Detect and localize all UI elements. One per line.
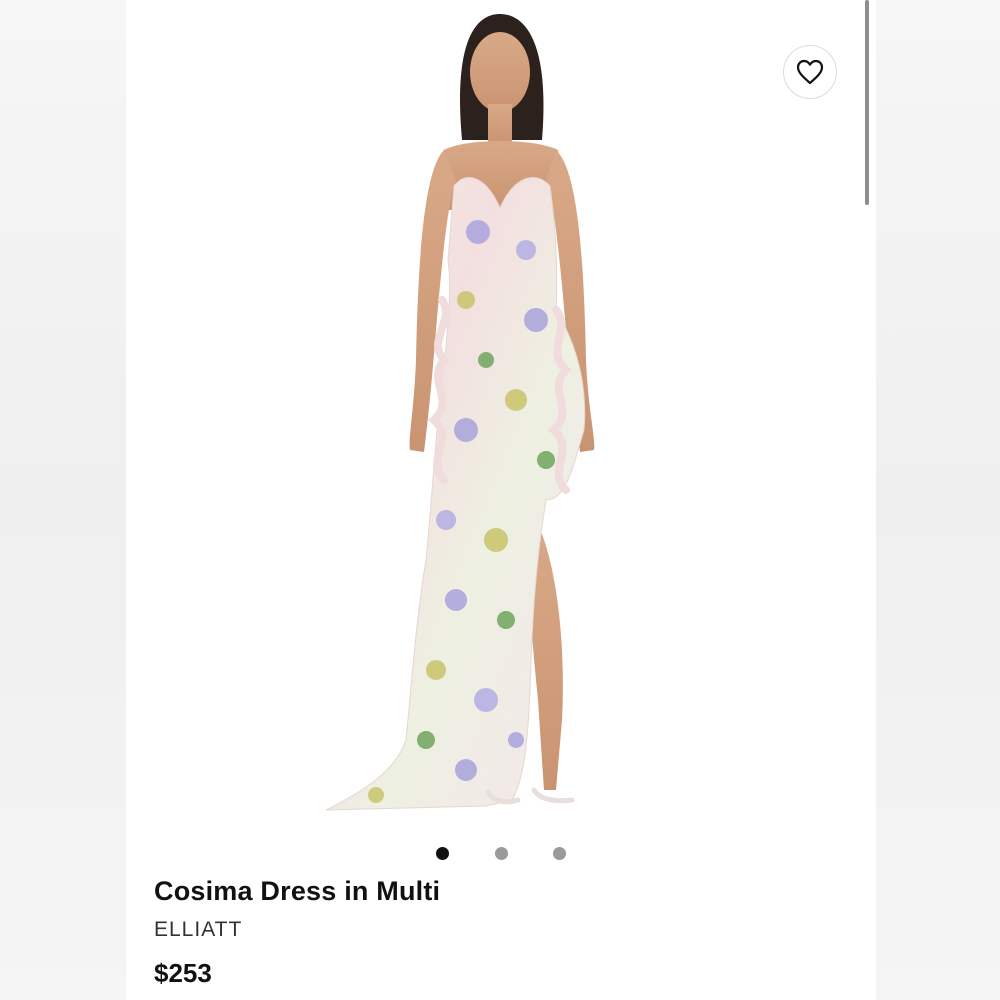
product-image[interactable]	[126, 0, 876, 830]
product-price: $253	[154, 958, 212, 988]
left-backdrop	[0, 0, 126, 1000]
right-backdrop	[876, 0, 1000, 1000]
carousel-dot-2[interactable]	[494, 846, 508, 860]
product-title: Cosima Dress in Multi	[154, 876, 441, 906]
product-screen: Cosima Dress in Multi ELLIATT $253	[126, 0, 876, 1000]
model-illustration	[325, 14, 595, 811]
carousel-dot-3[interactable]	[553, 846, 566, 860]
brand-name[interactable]: ELLIATT	[154, 918, 242, 942]
wishlist-button[interactable]	[783, 45, 837, 99]
heart-icon	[796, 59, 824, 85]
scrollbar[interactable]	[865, 0, 869, 205]
image-carousel-dots	[436, 845, 566, 861]
carousel-dot-1[interactable]	[436, 846, 449, 860]
